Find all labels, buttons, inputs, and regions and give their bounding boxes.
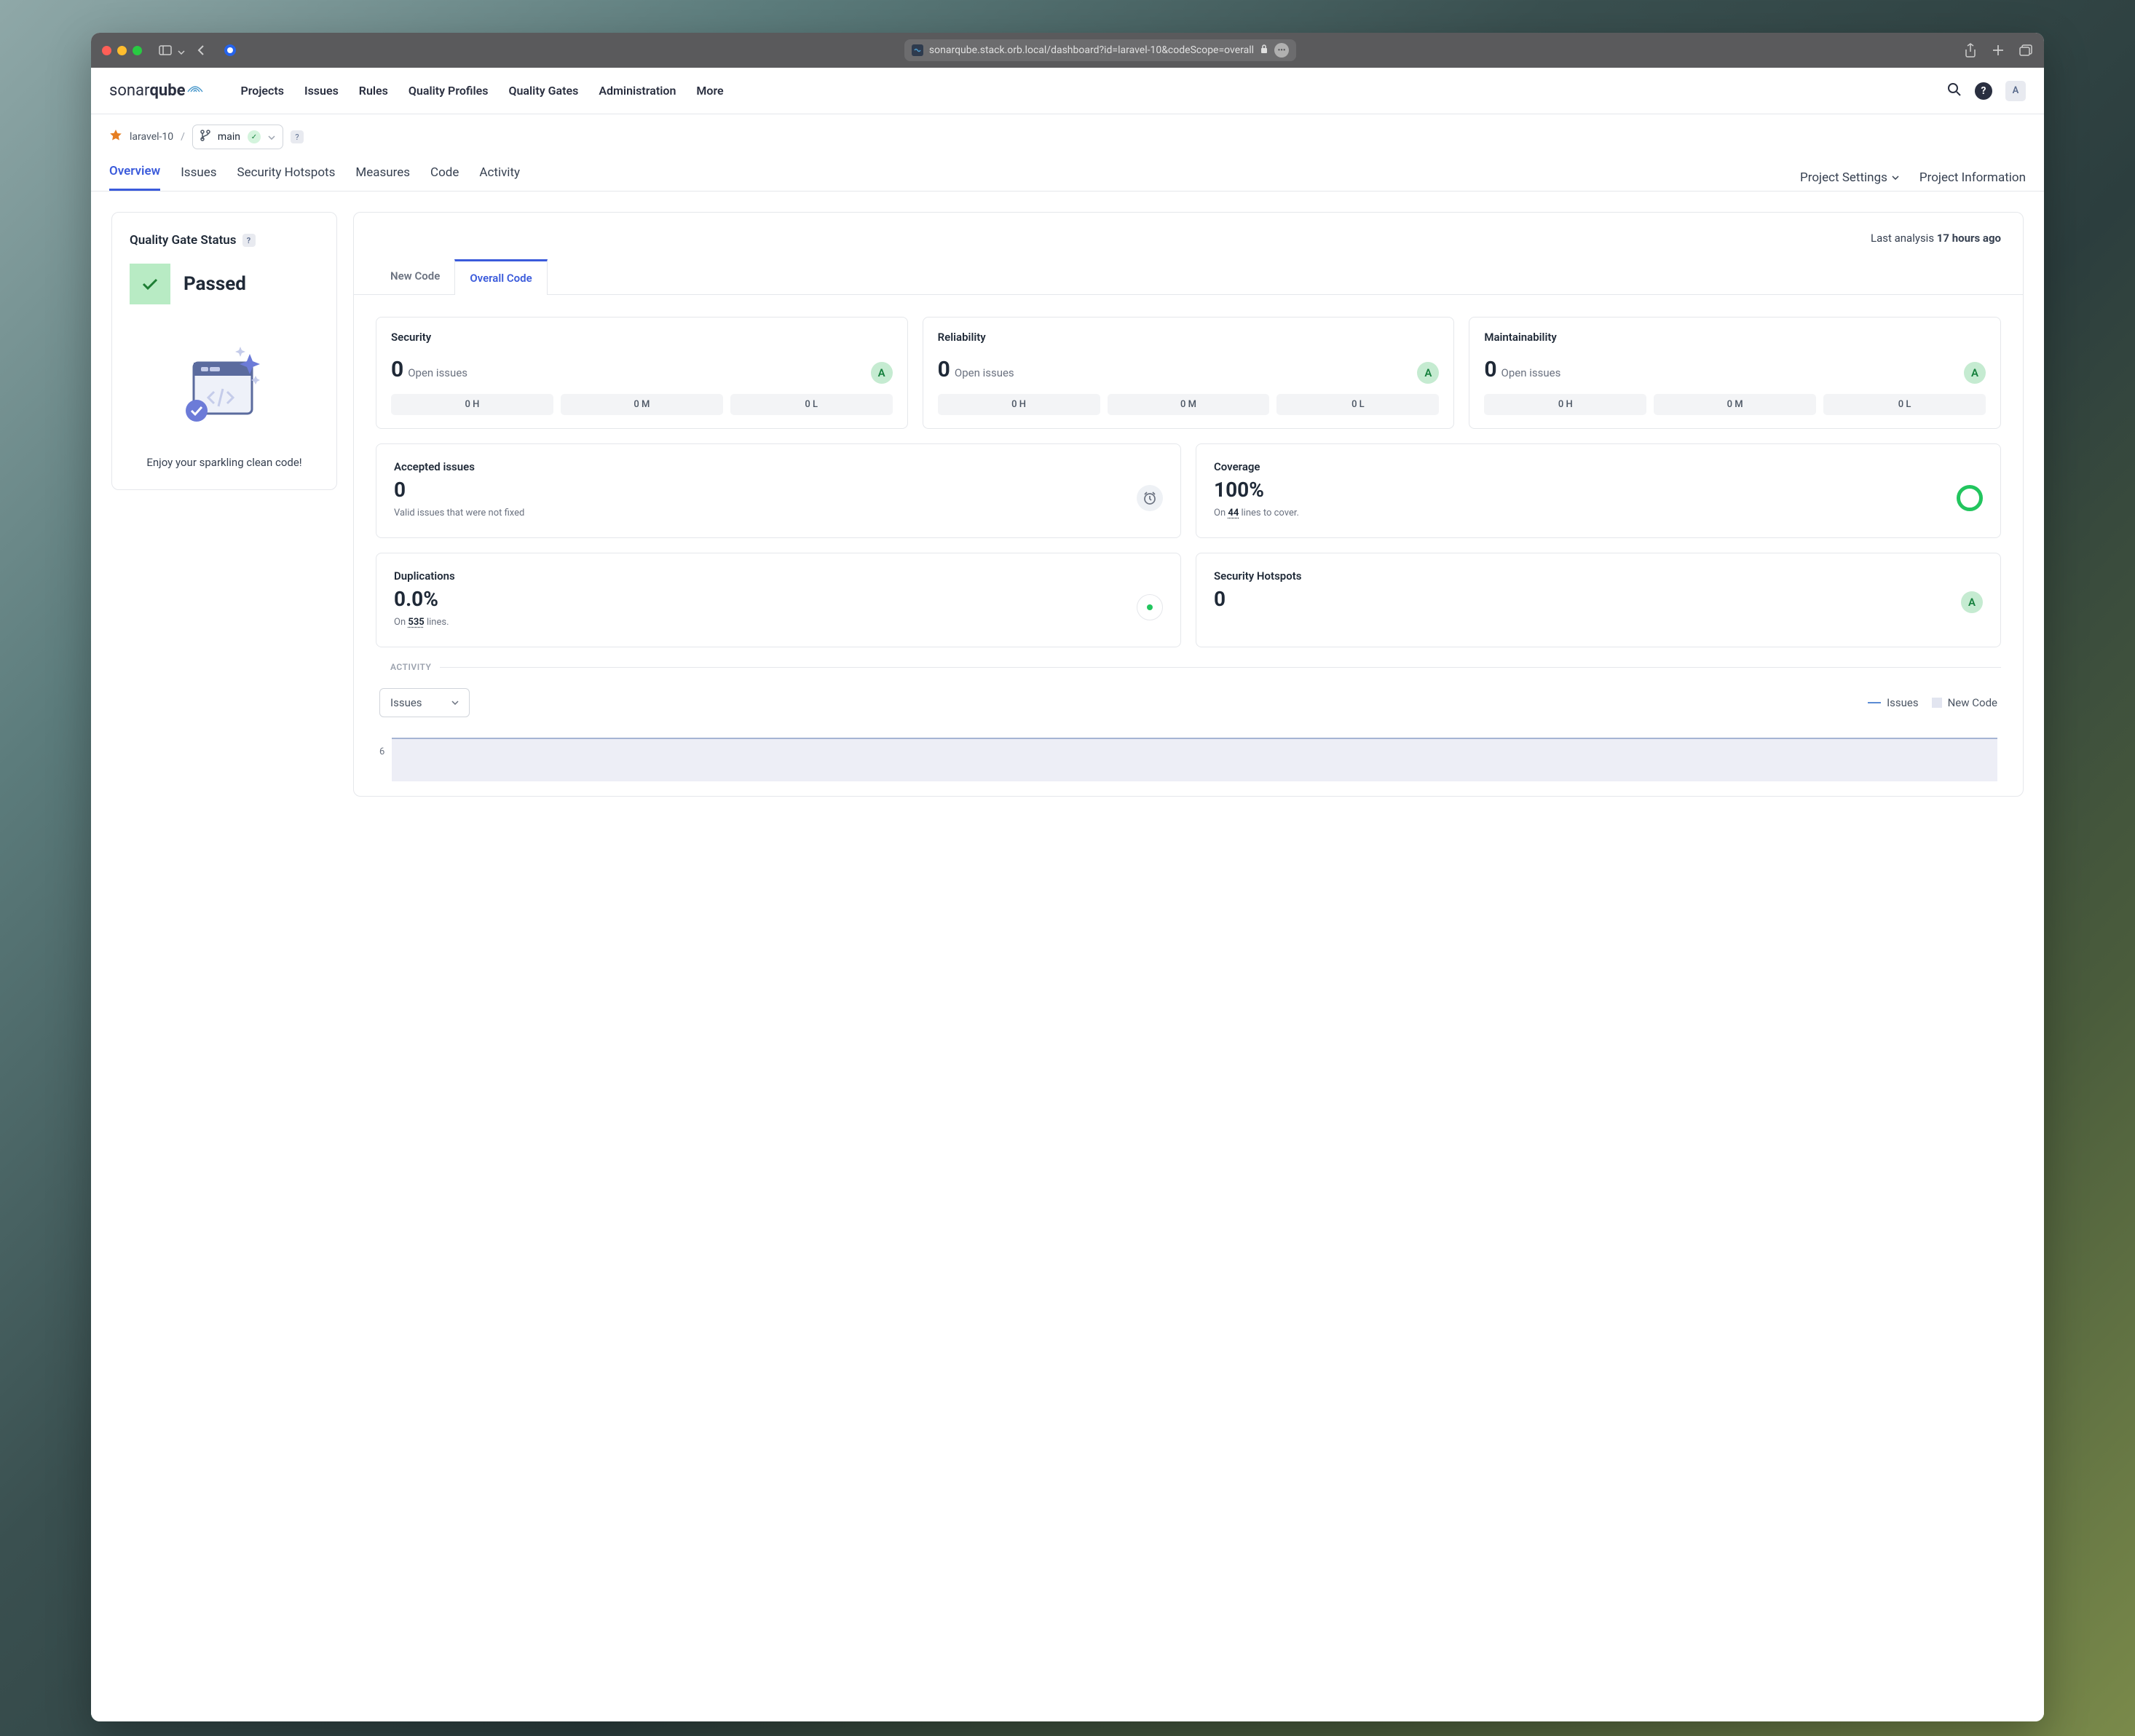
url-bar[interactable]: sonarqube.stack.orb.local/dashboard?id=l… [904,39,1296,61]
tabs-overview-icon[interactable] [2018,43,2033,58]
security-hotspots-card[interactable]: Security Hotspots 0 A [1196,553,2001,647]
branch-name: main [218,131,240,143]
clock-icon [1137,485,1163,511]
security-medium[interactable]: 0 M [561,394,723,415]
browser-toolbar: sonarqube.stack.orb.local/dashboard?id=l… [91,33,2044,68]
toolbar-dropdown-icon[interactable] [178,44,185,58]
legend-new-code-label: New Code [1948,696,1997,709]
extension-icon[interactable] [223,43,237,58]
project-name[interactable]: laravel-10 [130,131,173,143]
chevron-down-icon [268,131,275,143]
reliability-grade-badge: A [1417,362,1439,384]
activity-section-label: ACTIVITY [390,662,431,672]
minimize-window-button[interactable] [117,46,127,55]
close-window-button[interactable] [102,46,111,55]
branch-selector[interactable]: main ✓ [192,125,283,149]
quality-gate-help-icon[interactable]: ? [242,234,256,247]
maintainability-card[interactable]: Maintainability 0 Open issues A 0 H 0 M … [1469,317,2001,429]
tab-security-hotspots[interactable]: Security Hotspots [237,165,336,190]
legend-line-icon [1868,702,1881,703]
branch-help-icon[interactable]: ? [291,130,304,143]
breadcrumb-separator: / [181,131,185,143]
share-icon[interactable] [1963,43,1978,58]
legend-box-icon [1932,698,1942,708]
project-information-link[interactable]: Project Information [1919,170,2026,185]
activity-metric-select[interactable]: Issues [379,688,470,717]
app-header: sonarqube Projects Issues Rules Quality … [91,68,2044,114]
security-grade-badge: A [871,362,893,384]
duplication-indicator-icon [1137,594,1163,620]
nav-rules[interactable]: Rules [359,84,388,98]
new-tab-icon[interactable] [1991,43,2005,58]
help-icon[interactable]: ? [1975,82,1992,100]
maximize-window-button[interactable] [133,46,142,55]
security-low[interactable]: 0 L [730,394,893,415]
reliability-high[interactable]: 0 H [938,394,1100,415]
quality-gate-title: Quality Gate Status [130,233,237,248]
clean-code-message: Enjoy your sparkling clean code! [130,456,319,469]
nav-issues[interactable]: Issues [304,84,339,98]
accepted-issues-card[interactable]: Accepted issues 0 Valid issues that were… [376,443,1181,538]
lock-icon [1260,44,1268,57]
branch-status-check-icon: ✓ [248,130,261,143]
overall-code-tab[interactable]: Overall Code [454,259,547,295]
overview-card: Last analysis 17 hours ago New Code Over… [353,212,2024,797]
reliability-medium[interactable]: 0 M [1108,394,1270,415]
site-settings-icon[interactable]: ••• [1274,43,1289,58]
favorite-star-icon[interactable] [109,129,122,145]
reliability-card[interactable]: Reliability 0 Open issues A 0 H 0 M 0 L [923,317,1455,429]
url-text: sonarqube.stack.orb.local/dashboard?id=l… [929,44,1254,56]
tab-code[interactable]: Code [430,165,459,190]
nav-more[interactable]: More [696,84,723,98]
reliability-low[interactable]: 0 L [1276,394,1439,415]
last-analysis-info: Last analysis 17 hours ago [376,232,2001,245]
tab-overview[interactable]: Overview [109,164,160,191]
tab-issues[interactable]: Issues [181,165,216,190]
maintainability-high[interactable]: 0 H [1484,394,1646,415]
tab-measures[interactable]: Measures [355,165,410,190]
chart-y-tick: 6 [379,732,384,757]
clean-code-illustration [130,334,319,435]
nav-quality-profiles[interactable]: Quality Profiles [409,84,489,98]
maintainability-low[interactable]: 0 L [1823,394,1986,415]
project-settings-dropdown[interactable]: Project Settings [1800,170,1899,185]
coverage-card[interactable]: Coverage 100% On 44 lines to cover. [1196,443,2001,538]
quality-gate-status: Passed [183,273,246,295]
activity-chart: 6 [376,732,2001,796]
nav-administration[interactable]: Administration [599,84,676,98]
legend-issues-label: Issues [1887,696,1919,709]
tab-activity[interactable]: Activity [479,165,520,190]
maintainability-grade-badge: A [1964,362,1986,384]
duplications-card[interactable]: Duplications 0.0% On 535 lines. [376,553,1181,647]
hotspots-grade-badge: A [1961,591,1983,613]
nav-projects[interactable]: Projects [240,84,284,98]
branch-icon [200,130,210,144]
back-chevron-icon[interactable] [194,43,208,58]
logo-waves-icon [186,80,204,96]
nav-quality-gates[interactable]: Quality Gates [508,84,578,98]
quality-gate-check-icon [130,264,170,304]
search-icon[interactable] [1947,82,1962,100]
activity-divider [440,667,2001,668]
favicon-icon [912,44,923,56]
sidebar-toggle-icon[interactable] [158,43,173,58]
new-code-tab[interactable]: New Code [376,259,454,294]
user-avatar[interactable]: A [2005,81,2026,101]
coverage-donut-icon [1957,485,1983,511]
maintainability-medium[interactable]: 0 M [1654,394,1816,415]
security-high[interactable]: 0 H [391,394,553,415]
security-card[interactable]: Security 0 Open issues A 0 H 0 M 0 L [376,317,908,429]
sonarqube-logo[interactable]: sonarqube [109,82,204,100]
quality-gate-card: Quality Gate Status ? Passed [111,212,337,490]
